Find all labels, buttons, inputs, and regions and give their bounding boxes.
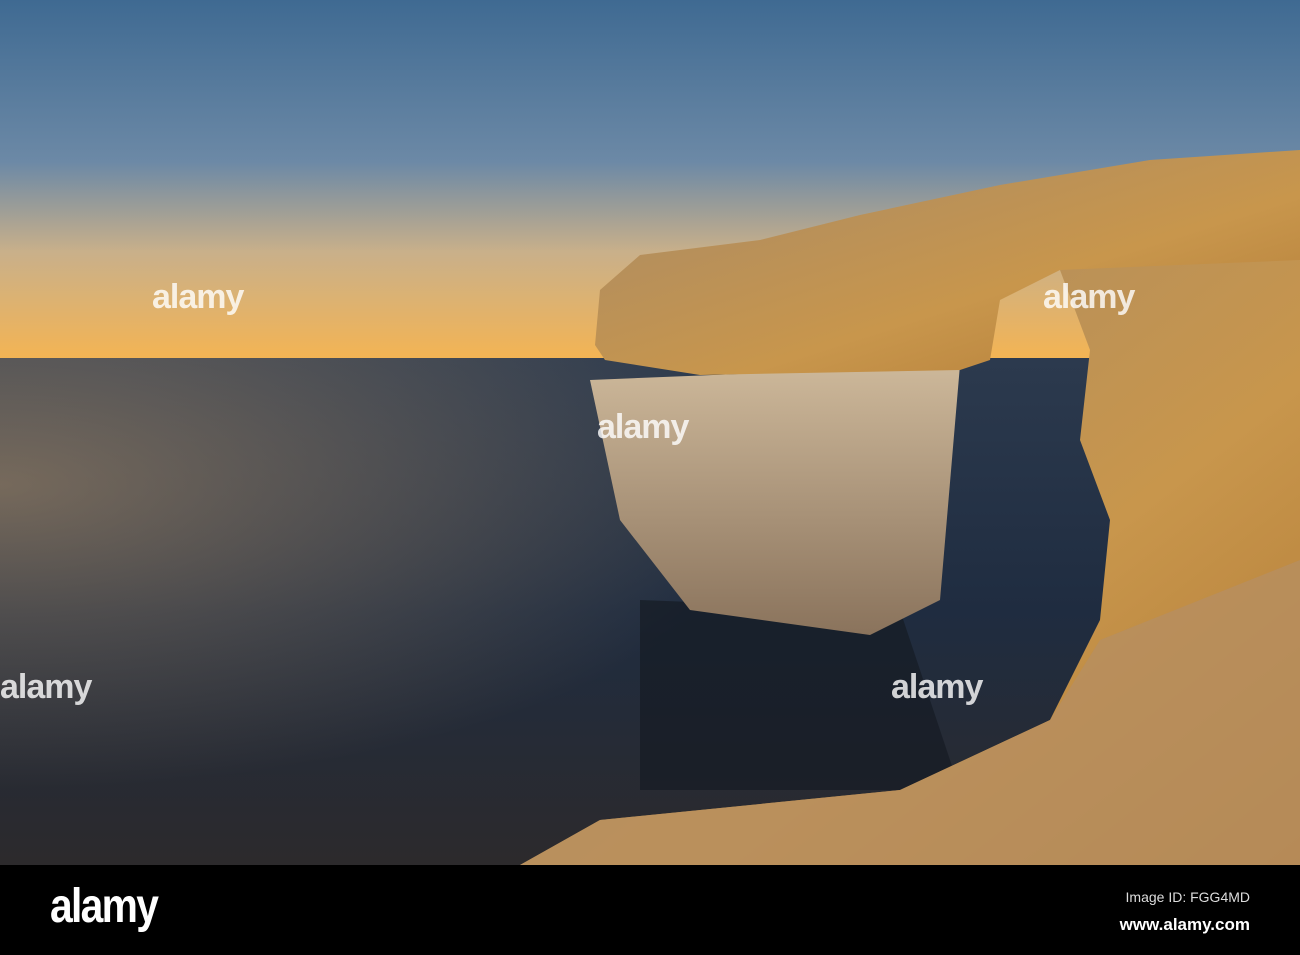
watermark: alamy <box>152 278 244 316</box>
stock-photo: alamy alamy alamy alamy alamy alamy Imag… <box>0 0 1300 955</box>
alamy-logo: alamy <box>50 880 159 933</box>
image-id: Image ID: FGG4MD <box>1125 889 1250 905</box>
watermark: alamy <box>0 668 92 706</box>
footer-bar: alamy Image ID: FGG4MD www.alamy.com <box>0 865 1300 955</box>
watermark: alamy <box>597 408 689 446</box>
site-url: www.alamy.com <box>1119 915 1250 934</box>
watermark: alamy <box>891 668 983 706</box>
watermark: alamy <box>1043 278 1135 316</box>
